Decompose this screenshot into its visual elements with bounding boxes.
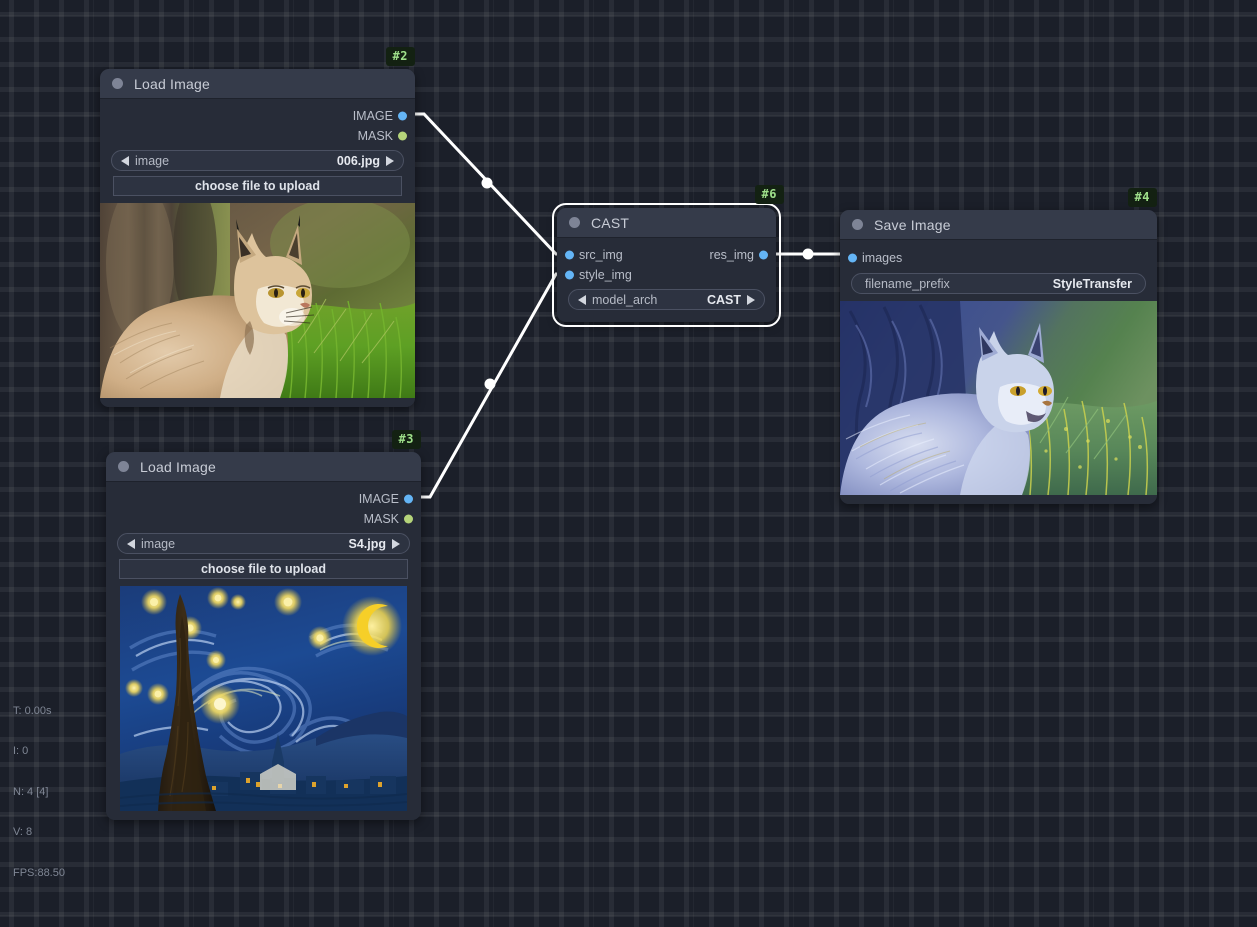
link-midpoint-dot[interactable] [481, 177, 493, 189]
output-port-image-dot[interactable] [398, 111, 407, 121]
node-title: Load Image [134, 75, 210, 92]
chevron-left-icon[interactable] [121, 155, 129, 166]
image-preview-starry-night[interactable] [106, 586, 421, 811]
collapse-dot-icon[interactable] [112, 78, 123, 89]
node-badge-4: #4 [1127, 188, 1157, 207]
collapse-dot-icon[interactable] [852, 219, 863, 230]
output-port-mask-dot[interactable] [398, 131, 407, 141]
canvas-status-readout: T: 0.00s I: 0 N: 4 [4] V: 8 FPS:88.50 [13, 678, 65, 908]
node-load-image-3[interactable]: #3 Load Image IMAGE MASK image S4.jpg ch… [106, 430, 421, 820]
widget-image-combo[interactable]: image S4.jpg [117, 533, 410, 554]
output-slot-label: MASK [357, 129, 393, 143]
node-cast-6[interactable]: #6 CAST src_img res_img style_img model_… [552, 185, 784, 327]
widget-image-combo[interactable]: image 006.jpg [111, 150, 404, 171]
output-slot-label: MASK [363, 512, 399, 526]
widget-name: image [135, 153, 170, 168]
widget-name: model_arch [592, 292, 658, 307]
graph-canvas[interactable]: #2 Load Image IMAGE MASK image 006.jpg c… [0, 0, 1257, 927]
link-midpoint-dot[interactable] [484, 378, 496, 390]
choose-file-to-upload-button[interactable]: choose file to upload [119, 559, 408, 579]
collapse-dot-icon[interactable] [569, 217, 580, 228]
chevron-right-icon[interactable] [747, 294, 755, 305]
slot-row-style: style_img [557, 265, 776, 285]
status-vertices: V: 8 [13, 826, 33, 838]
link-loadimage2-to-cast[interactable] [414, 112, 566, 256]
chevron-right-icon[interactable] [392, 538, 400, 549]
link-midpoint-dot[interactable] [802, 248, 814, 260]
node-header[interactable]: Load Image [100, 69, 415, 99]
node-title: Save Image [874, 216, 951, 233]
node-badge-3: #3 [391, 430, 421, 449]
link-loadimage3-to-cast[interactable] [420, 272, 566, 499]
input-port-src-img-dot[interactable] [565, 250, 574, 260]
node-title: Load Image [140, 458, 216, 475]
image-preview-style-transfer-result[interactable] [840, 301, 1157, 495]
node-header[interactable]: CAST [557, 208, 776, 238]
output-port-res-img-dot[interactable] [759, 250, 768, 260]
collapse-dot-icon[interactable] [118, 461, 129, 472]
widget-name: image [141, 536, 176, 551]
status-iterations: I: 0 [13, 745, 29, 757]
choose-file-to-upload-button[interactable]: choose file to upload [113, 176, 402, 196]
node-body: images filename_prefix StyleTransfer [840, 240, 1157, 504]
input-port-style-img-dot[interactable] [565, 270, 574, 280]
node-header[interactable]: Save Image [840, 210, 1157, 240]
widget-model-arch-combo[interactable]: model_arch CAST [568, 289, 765, 310]
output-port-image-dot[interactable] [404, 494, 413, 504]
chevron-left-icon[interactable] [578, 294, 586, 305]
node-body: IMAGE MASK image S4.jpg choose file to u… [106, 482, 421, 820]
chevron-left-icon[interactable] [127, 538, 135, 549]
node-badge-6: #6 [754, 185, 784, 204]
input-slot-images[interactable]: images [840, 247, 1157, 269]
output-slot-image[interactable]: IMAGE [100, 106, 415, 126]
node-title: CAST [591, 214, 630, 231]
status-time: T: 0.00s [13, 704, 52, 717]
node-header[interactable]: Load Image [106, 452, 421, 482]
output-port-mask-dot[interactable] [404, 514, 413, 524]
output-slot-mask[interactable]: MASK [106, 509, 421, 529]
widget-filename-prefix[interactable]: filename_prefix StyleTransfer [851, 273, 1146, 294]
node-body: src_img res_img style_img model_arch CAS… [557, 238, 776, 322]
widget-name: filename_prefix [865, 276, 950, 291]
output-slot-mask[interactable]: MASK [100, 126, 415, 146]
input-port-images-dot[interactable] [848, 253, 857, 263]
widget-value: S4.jpg [348, 536, 386, 551]
status-fps: FPS:88.50 [13, 866, 65, 879]
node-badge-2: #2 [385, 47, 415, 66]
node-body: IMAGE MASK image 006.jpg choose file to … [100, 99, 415, 407]
slot-row-src-res: src_img res_img [557, 245, 776, 265]
node-save-image-4[interactable]: #4 Save Image images filename_prefix Sty… [840, 188, 1157, 504]
output-slot-label: IMAGE [358, 492, 399, 506]
status-nodes: N: 4 [4] [13, 785, 49, 798]
chevron-right-icon[interactable] [386, 155, 394, 166]
output-slot-image[interactable]: IMAGE [106, 489, 421, 509]
widget-value: CAST [706, 292, 741, 307]
widget-value: StyleTransfer [1052, 276, 1132, 291]
node-load-image-2[interactable]: #2 Load Image IMAGE MASK image 006.jpg c… [100, 47, 415, 407]
output-slot-label: IMAGE [352, 109, 393, 123]
widget-value: 006.jpg [336, 153, 380, 168]
image-preview-lynx[interactable] [100, 203, 415, 398]
